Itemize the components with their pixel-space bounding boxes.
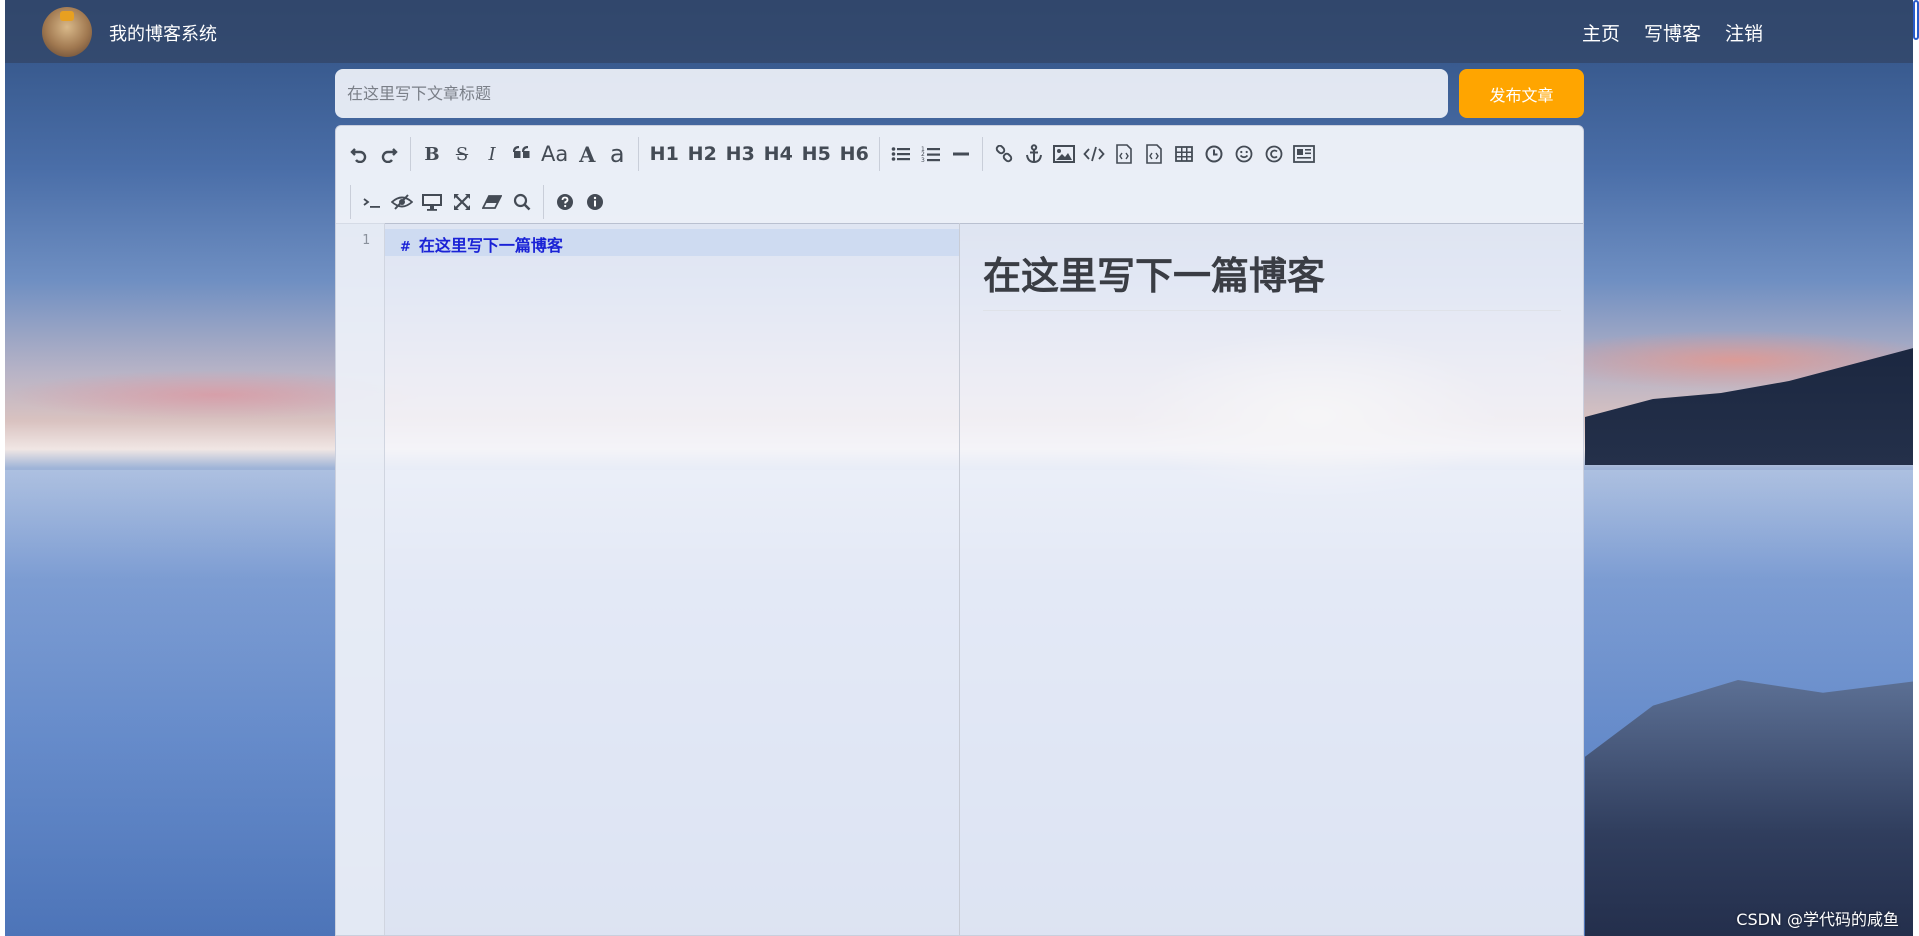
image-icon[interactable]: [1049, 139, 1079, 169]
heading-3-icon[interactable]: H3: [721, 139, 759, 169]
emoji-icon[interactable]: [1229, 139, 1259, 169]
quote-icon[interactable]: [507, 139, 537, 169]
datetime-icon[interactable]: [1199, 139, 1229, 169]
toolbar-row-2: [344, 182, 610, 222]
markdown-input-pane[interactable]: # 在这里写下一篇博客: [385, 223, 960, 935]
preview-icon[interactable]: [417, 187, 447, 217]
markdown-line[interactable]: # 在这里写下一篇博客: [400, 232, 563, 256]
line-number-gutter: 1: [336, 223, 385, 935]
toolbar-separator: [879, 137, 881, 171]
line-number: 1: [362, 233, 370, 248]
undo-icon[interactable]: [344, 139, 374, 169]
toolbar-row-1: B S I Aa A a H1 H2 H3 H4 H5 H6 1 2 3: [344, 134, 1319, 174]
toolbar-separator: [982, 137, 984, 171]
heading-2-icon[interactable]: H2: [683, 139, 721, 169]
avatar: [42, 7, 92, 57]
markdown-preview-pane: 在这里写下一篇博客: [960, 223, 1583, 935]
info-icon[interactable]: [580, 187, 610, 217]
code-block-icon[interactable]: [1139, 139, 1169, 169]
nav-link-write[interactable]: 写博客: [1644, 19, 1701, 46]
scrollbar[interactable]: [1913, 0, 1919, 40]
clear-icon[interactable]: [477, 187, 507, 217]
font-uppercase-icon[interactable]: A: [572, 139, 602, 169]
heading-6-icon[interactable]: H6: [835, 139, 873, 169]
editor-toolbar: B S I Aa A a H1 H2 H3 H4 H5 H6 1 2 3: [336, 126, 1583, 224]
unwatch-icon[interactable]: [387, 187, 417, 217]
article-title-input[interactable]: [335, 69, 1448, 118]
goto-line-icon[interactable]: [357, 187, 387, 217]
page: 我的博客系统 主页 写博客 注销 发布文章 B S I: [0, 0, 1919, 936]
markdown-heading-marker: #: [400, 240, 411, 255]
unordered-list-icon[interactable]: [886, 139, 916, 169]
strikethrough-icon[interactable]: S: [447, 139, 477, 169]
preview-heading: 在这里写下一篇博客: [983, 245, 1561, 311]
italic-icon[interactable]: I: [477, 139, 507, 169]
html-entities-icon[interactable]: [1259, 139, 1289, 169]
help-icon[interactable]: [550, 187, 580, 217]
nav-link-logout[interactable]: 注销: [1725, 19, 1763, 46]
link-icon[interactable]: [989, 139, 1019, 169]
code-icon[interactable]: [1079, 139, 1109, 169]
toolbar-separator: [410, 137, 411, 171]
navbar: 我的博客系统 主页 写博客 注销: [5, 0, 1913, 63]
uppercase-icon[interactable]: Aa: [537, 139, 572, 169]
heading-4-icon[interactable]: H4: [759, 139, 797, 169]
redo-icon[interactable]: [374, 139, 404, 169]
fullscreen-icon[interactable]: [447, 187, 477, 217]
publish-button[interactable]: 发布文章: [1459, 69, 1584, 118]
markdown-heading-text: 在这里写下一篇博客: [418, 236, 563, 255]
markdown-editor: B S I Aa A a H1 H2 H3 H4 H5 H6 1 2 3 1 #…: [335, 125, 1584, 936]
horizontal-rule-icon[interactable]: [946, 139, 976, 169]
heading-1-icon[interactable]: H1: [645, 139, 683, 169]
preformatted-code-icon[interactable]: [1109, 139, 1139, 169]
toolbar-separator: [543, 185, 544, 219]
heading-5-icon[interactable]: H5: [797, 139, 835, 169]
toolbar-separator: [638, 137, 640, 171]
pagebreak-icon[interactable]: [1289, 139, 1319, 169]
anchor-icon[interactable]: [1019, 139, 1049, 169]
nav-links: 主页 写博客 注销: [1582, 19, 1763, 46]
svg-text:3: 3: [921, 157, 925, 163]
search-icon[interactable]: [507, 187, 537, 217]
table-icon[interactable]: [1169, 139, 1199, 169]
toolbar-separator: [350, 185, 351, 219]
watermark: CSDN @学代码的咸鱼: [1736, 910, 1899, 929]
brand-title: 我的博客系统: [109, 24, 217, 45]
font-lowercase-icon[interactable]: a: [602, 139, 632, 169]
nav-link-home[interactable]: 主页: [1582, 19, 1620, 46]
bold-icon[interactable]: B: [417, 139, 447, 169]
ordered-list-icon[interactable]: 123: [916, 139, 946, 169]
